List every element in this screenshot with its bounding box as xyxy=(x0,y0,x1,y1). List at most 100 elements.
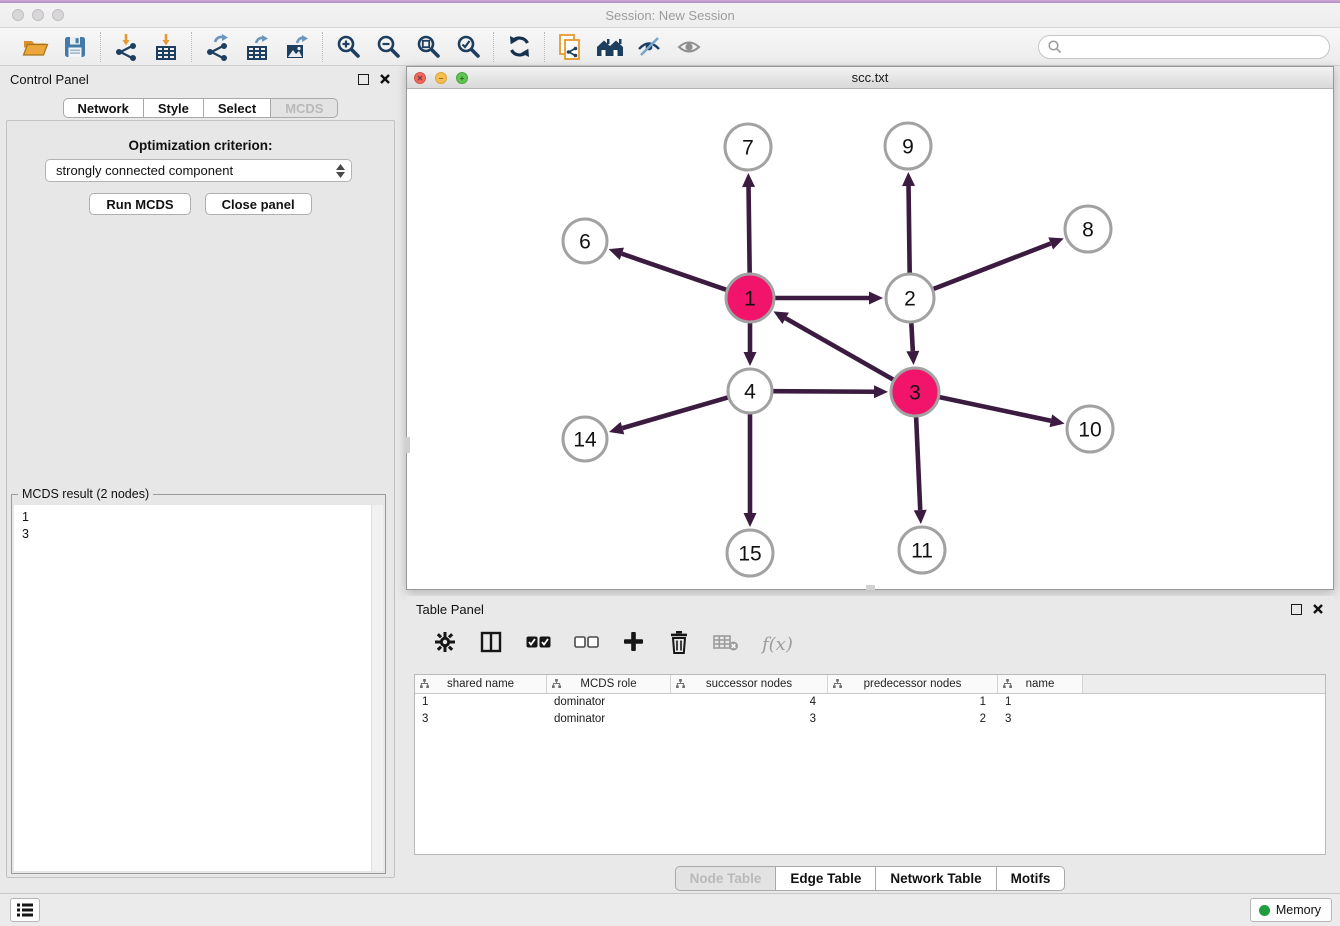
graph-edge-arrowhead xyxy=(869,292,883,305)
show-eye-icon xyxy=(676,34,704,60)
zoom-selected-button[interactable] xyxy=(452,31,484,63)
tab-network[interactable]: Network xyxy=(63,98,144,118)
close-panel-icon[interactable] xyxy=(379,73,391,85)
graph-node-label: 8 xyxy=(1082,219,1094,242)
import-network-button[interactable] xyxy=(110,31,142,63)
search-input[interactable] xyxy=(1068,40,1321,54)
new-network-from-selection-button[interactable] xyxy=(554,31,586,63)
column-header-icon xyxy=(676,679,685,688)
export-image-icon xyxy=(283,33,311,61)
zoom-fit-button[interactable] xyxy=(412,31,444,63)
table-panel-tabs: Node TableEdge TableNetwork TableMotifs xyxy=(406,866,1334,891)
network-close-button[interactable]: ✕ xyxy=(414,72,426,84)
zoom-in-icon xyxy=(335,33,362,60)
deselect-all-button[interactable] xyxy=(574,635,599,654)
table-row[interactable]: 1dominator411 xyxy=(415,694,1325,711)
task-history-button[interactable] xyxy=(10,898,40,922)
control-panel-title: Control Panel xyxy=(10,72,89,87)
graph-edge-1-7[interactable] xyxy=(749,187,750,273)
refresh-icon xyxy=(506,33,533,60)
column-header-shared-name[interactable]: shared name xyxy=(415,675,547,693)
node-table[interactable]: shared nameMCDS rolesuccessor nodesprede… xyxy=(414,674,1326,855)
save-session-button[interactable] xyxy=(59,31,91,63)
dropdown-selected-value: strongly connected component xyxy=(56,163,233,178)
first-neighbors-button[interactable] xyxy=(594,31,626,63)
graph-edge-3-1[interactable] xyxy=(786,318,894,379)
run-mcds-button[interactable]: Run MCDS xyxy=(89,193,190,215)
graph-edge-4-14[interactable] xyxy=(622,397,727,428)
graph-edge-3-11[interactable] xyxy=(916,417,920,510)
table-settings-button[interactable] xyxy=(434,631,456,658)
dropdown-stepper-icon xyxy=(336,164,345,178)
zoom-out-button[interactable] xyxy=(372,31,404,63)
show-columns-button[interactable] xyxy=(479,630,503,659)
hide-selected-button[interactable] xyxy=(634,31,666,63)
close-panel-button[interactable]: Close panel xyxy=(205,193,312,215)
delete-column-button[interactable] xyxy=(668,630,690,659)
optimization-criterion-label: Optimization criterion: xyxy=(7,138,394,153)
tab-mcds[interactable]: MCDS xyxy=(271,98,338,118)
table-cell: dominator xyxy=(547,711,671,728)
window-bottom-grip[interactable] xyxy=(866,585,875,590)
network-window-titlebar[interactable]: scc.txt ✕ − + xyxy=(407,67,1333,89)
search-box[interactable] xyxy=(1038,35,1330,59)
import-table-button[interactable] xyxy=(150,31,182,63)
column-header-predecessor-nodes[interactable]: predecessor nodes xyxy=(828,675,998,693)
memory-button[interactable]: Memory xyxy=(1250,898,1332,922)
column-header-name[interactable]: name xyxy=(998,675,1083,693)
network-maximize-button[interactable]: + xyxy=(456,72,468,84)
apply-layout-button[interactable] xyxy=(503,31,535,63)
memory-status-icon xyxy=(1259,905,1270,916)
table-row[interactable]: 3dominator323 xyxy=(415,711,1325,728)
status-bar: Memory xyxy=(0,893,1340,926)
graph-node-label: 3 xyxy=(909,382,921,405)
graph-edge-1-6[interactable] xyxy=(622,254,727,290)
graph-node-label: 6 xyxy=(579,231,591,254)
graph-edge-arrowhead xyxy=(902,172,915,186)
export-table-button[interactable] xyxy=(241,31,273,63)
tab-node-table[interactable]: Node Table xyxy=(675,866,777,891)
mcds-result-scrollbar[interactable] xyxy=(371,505,383,871)
select-all-button[interactable] xyxy=(526,635,551,654)
column-header-MCDS-role[interactable]: MCDS role xyxy=(547,675,671,693)
network-minimize-button[interactable]: − xyxy=(435,72,447,84)
graph-node-label: 11 xyxy=(911,540,933,563)
window-left-grip[interactable] xyxy=(406,437,410,453)
zoom-in-button[interactable] xyxy=(332,31,364,63)
tab-motifs[interactable]: Motifs xyxy=(997,866,1066,891)
column-header-successor-nodes[interactable]: successor nodes xyxy=(671,675,828,693)
window-title: Session: New Session xyxy=(0,3,1340,28)
open-file-button[interactable] xyxy=(19,31,51,63)
export-image-button[interactable] xyxy=(281,31,313,63)
tab-select[interactable]: Select xyxy=(204,98,271,118)
graph-node-label: 14 xyxy=(573,429,597,452)
export-table-icon xyxy=(243,33,271,61)
export-network-button[interactable] xyxy=(201,31,233,63)
tab-style[interactable]: Style xyxy=(144,98,204,118)
table-toolbar: f(x) xyxy=(414,624,1326,664)
graph-edge-2-9[interactable] xyxy=(909,186,910,273)
table-body: 1dominator4113dominator323 xyxy=(415,694,1325,727)
close-table-panel-icon[interactable] xyxy=(1312,603,1324,615)
optimization-criterion-dropdown[interactable]: strongly connected component xyxy=(45,159,352,182)
graph-edge-2-8[interactable] xyxy=(933,243,1050,289)
show-all-button[interactable] xyxy=(674,31,706,63)
float-table-panel-icon[interactable] xyxy=(1291,604,1302,615)
graph-edge-3-10[interactable] xyxy=(939,397,1050,421)
delete-table-icon xyxy=(713,632,739,652)
graph-edge-4-3[interactable] xyxy=(773,391,874,392)
graph-edge-2-3[interactable] xyxy=(911,323,912,351)
tab-network-table[interactable]: Network Table xyxy=(876,866,996,891)
application-window: Session: New Session xyxy=(0,0,1340,926)
network-window-title: scc.txt xyxy=(407,67,1333,89)
main-toolbar xyxy=(0,28,1340,66)
mcds-result-line: 3 xyxy=(22,526,375,543)
graph-edge-arrowhead xyxy=(744,513,757,527)
graph-node-label: 9 xyxy=(902,136,914,159)
mcds-result-area[interactable]: 13 xyxy=(14,505,383,871)
tab-edge-table[interactable]: Edge Table xyxy=(776,866,876,891)
add-column-button[interactable] xyxy=(622,630,645,658)
graph-edge-arrowhead xyxy=(906,351,919,365)
float-panel-icon[interactable] xyxy=(358,74,369,85)
network-canvas[interactable]: 1234678910111415 xyxy=(407,89,1333,589)
